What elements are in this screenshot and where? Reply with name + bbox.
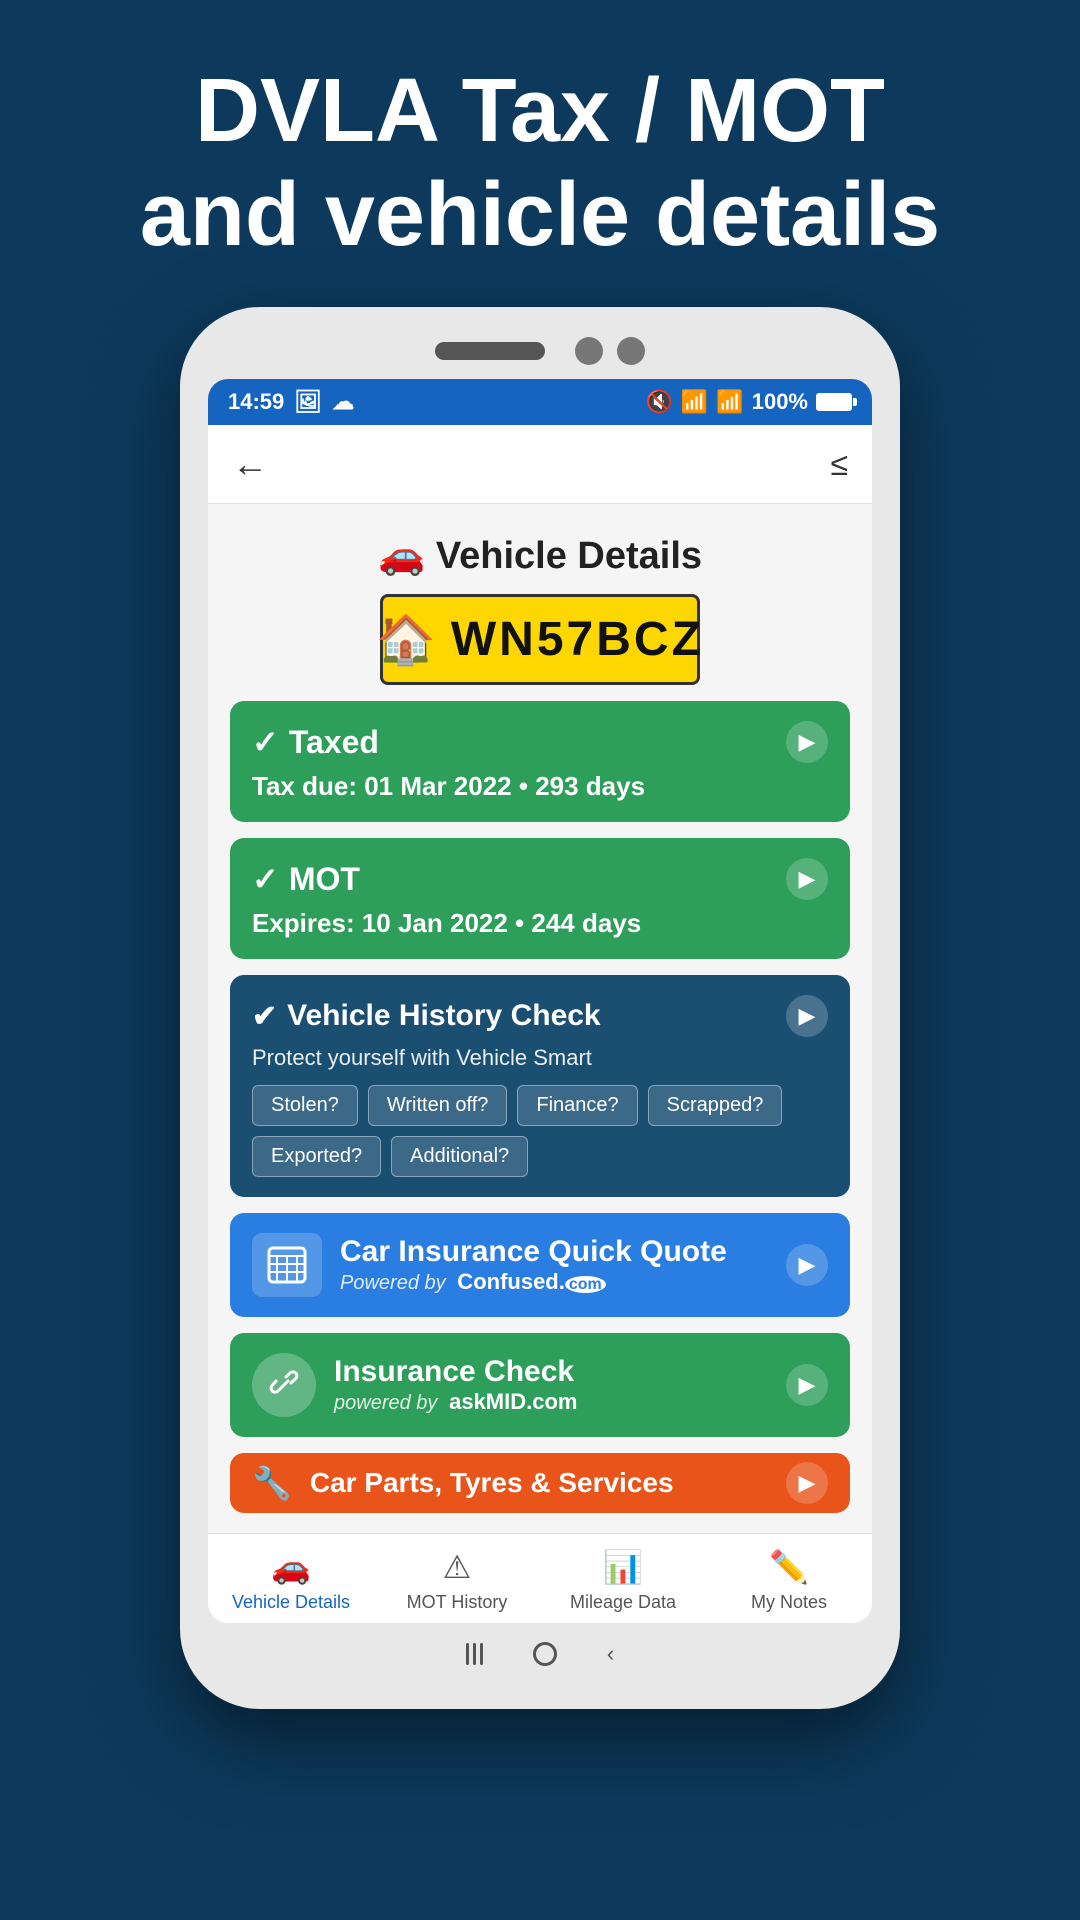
back-button[interactable]: ← bbox=[232, 443, 268, 485]
history-arrow[interactable]: ▶ bbox=[786, 995, 828, 1037]
phone-bottom: ‹ bbox=[208, 1623, 872, 1681]
car-insurance-powered: Powered by Confused.com bbox=[340, 1269, 768, 1295]
tax-title: Taxed bbox=[289, 724, 379, 761]
nav-mileage-icon: 📊 bbox=[603, 1548, 643, 1586]
content-area: 🚗 Vehicle Details 🏠 WN57BCZ ✓ bbox=[208, 504, 872, 1533]
status-cloud-icon: ☁ bbox=[332, 389, 354, 415]
vehicle-details-title-section: 🚗 Vehicle Details bbox=[230, 524, 850, 578]
history-shield-icon: ✔ bbox=[252, 999, 277, 1034]
history-title: Vehicle History Check bbox=[287, 999, 600, 1033]
history-tags-row: Stolen? Written off? Finance? Scrapped? … bbox=[252, 1085, 828, 1177]
plate-value: WN57BCZ bbox=[451, 612, 704, 667]
tag-scrapped[interactable]: Scrapped? bbox=[648, 1085, 783, 1126]
history-subtitle: Protect yourself with Vehicle Smart bbox=[252, 1045, 828, 1071]
car-insurance-icon bbox=[252, 1233, 322, 1297]
nav-notes-label: My Notes bbox=[751, 1592, 827, 1613]
number-plate: 🏠 WN57BCZ bbox=[380, 594, 700, 685]
car-parts-arrow[interactable]: ▶ bbox=[786, 1462, 828, 1504]
phone-top bbox=[208, 337, 872, 365]
plate-garage-icon: 🏠 bbox=[376, 611, 439, 668]
status-mute-icon: 🔇 bbox=[646, 389, 673, 415]
phone-speaker bbox=[435, 342, 545, 360]
phone-camera-1 bbox=[575, 337, 603, 365]
battery-icon bbox=[816, 393, 852, 411]
nav-vehicle-details[interactable]: 🚗 Vehicle Details bbox=[208, 1548, 374, 1613]
nav-vehicle-details-label: Vehicle Details bbox=[232, 1592, 350, 1613]
nav-mot-history-icon: ⚠ bbox=[443, 1548, 472, 1586]
status-time: 14:59 bbox=[228, 389, 284, 415]
gesture-home bbox=[533, 1642, 557, 1666]
car-insurance-arrow[interactable]: ▶ bbox=[786, 1244, 828, 1286]
mot-expiry: Expires: 10 Jan 2022 • 244 days bbox=[252, 908, 828, 939]
status-wifi-icon: 📶 bbox=[681, 389, 708, 415]
insurance-check-card[interactable]: Insurance Check powered by askMID.com ▶ bbox=[230, 1333, 850, 1437]
tax-due-date: Tax due: 01 Mar 2022 • 293 days bbox=[252, 771, 828, 802]
tag-written-off[interactable]: Written off? bbox=[368, 1085, 508, 1126]
nav-vehicle-details-icon: 🚗 bbox=[271, 1548, 311, 1586]
nav-notes-icon: ✏️ bbox=[769, 1548, 809, 1586]
status-battery-pct: 100% bbox=[752, 389, 808, 415]
page-header-title: DVLA Tax / MOT and vehicle details bbox=[80, 60, 1000, 267]
status-signal-icon: 📶 bbox=[716, 389, 743, 415]
insurance-check-title: Insurance Check bbox=[334, 1355, 768, 1389]
askmid-brand: askMID.com bbox=[443, 1389, 578, 1414]
tag-finance[interactable]: Finance? bbox=[517, 1085, 637, 1126]
mot-card[interactable]: ✓ MOT ▶ Expires: 10 Jan 2022 • 244 days bbox=[230, 838, 850, 959]
tax-card[interactable]: ✓ Taxed ▶ Tax due: 01 Mar 2022 • 293 day… bbox=[230, 701, 850, 822]
car-parts-title: Car Parts, Tyres & Services bbox=[310, 1467, 768, 1499]
car-icon: 🚗 bbox=[378, 535, 425, 577]
tag-exported[interactable]: Exported? bbox=[252, 1136, 381, 1177]
vehicle-details-title: 🚗 Vehicle Details bbox=[230, 534, 850, 578]
car-parts-icon: 🔧 bbox=[252, 1464, 292, 1502]
status-photo-icon: 🖼 bbox=[294, 389, 322, 415]
vehicle-history-card[interactable]: ✔ Vehicle History Check ▶ Protect yourse… bbox=[230, 975, 850, 1197]
gesture-lines bbox=[466, 1643, 483, 1665]
phone-cameras bbox=[575, 337, 645, 365]
phone-frame: 14:59 🖼 ☁ 🔇 📶 📶 100% ← ≤ bbox=[180, 307, 900, 1709]
mot-title: MOT bbox=[289, 861, 360, 898]
mot-arrow[interactable]: ▶ bbox=[786, 858, 828, 900]
share-button[interactable]: ≤ bbox=[830, 446, 848, 483]
insurance-check-arrow[interactable]: ▶ bbox=[786, 1364, 828, 1406]
insurance-check-powered: powered by askMID.com bbox=[334, 1389, 768, 1415]
tag-stolen[interactable]: Stolen? bbox=[252, 1085, 358, 1126]
car-insurance-card[interactable]: Car Insurance Quick Quote Powered by Con… bbox=[230, 1213, 850, 1317]
page-header: DVLA Tax / MOT and vehicle details bbox=[0, 0, 1080, 307]
nav-mot-history[interactable]: ⚠ MOT History bbox=[374, 1548, 540, 1613]
insurance-link-icon bbox=[252, 1353, 316, 1417]
nav-mileage-data[interactable]: 📊 Mileage Data bbox=[540, 1548, 706, 1613]
mot-check-icon: ✓ bbox=[252, 860, 279, 898]
status-bar: 14:59 🖼 ☁ 🔇 📶 📶 100% bbox=[208, 379, 872, 425]
phone-camera-2 bbox=[617, 337, 645, 365]
tag-additional[interactable]: Additional? bbox=[391, 1136, 528, 1177]
app-bar: ← ≤ bbox=[208, 425, 872, 504]
nav-mileage-label: Mileage Data bbox=[570, 1592, 676, 1613]
nav-mot-history-label: MOT History bbox=[407, 1592, 508, 1613]
confused-brand: Confused.com bbox=[451, 1269, 606, 1294]
car-insurance-title: Car Insurance Quick Quote bbox=[340, 1235, 768, 1269]
car-parts-card[interactable]: 🔧 Car Parts, Tyres & Services ▶ bbox=[230, 1453, 850, 1513]
phone-screen: 14:59 🖼 ☁ 🔇 📶 📶 100% ← ≤ bbox=[208, 379, 872, 1623]
gesture-back: ‹ bbox=[607, 1641, 614, 1667]
tax-check-icon: ✓ bbox=[252, 723, 279, 761]
tax-arrow[interactable]: ▶ bbox=[786, 721, 828, 763]
nav-my-notes[interactable]: ✏️ My Notes bbox=[706, 1548, 872, 1613]
bottom-nav: 🚗 Vehicle Details ⚠ MOT History 📊 Mileag… bbox=[208, 1533, 872, 1623]
